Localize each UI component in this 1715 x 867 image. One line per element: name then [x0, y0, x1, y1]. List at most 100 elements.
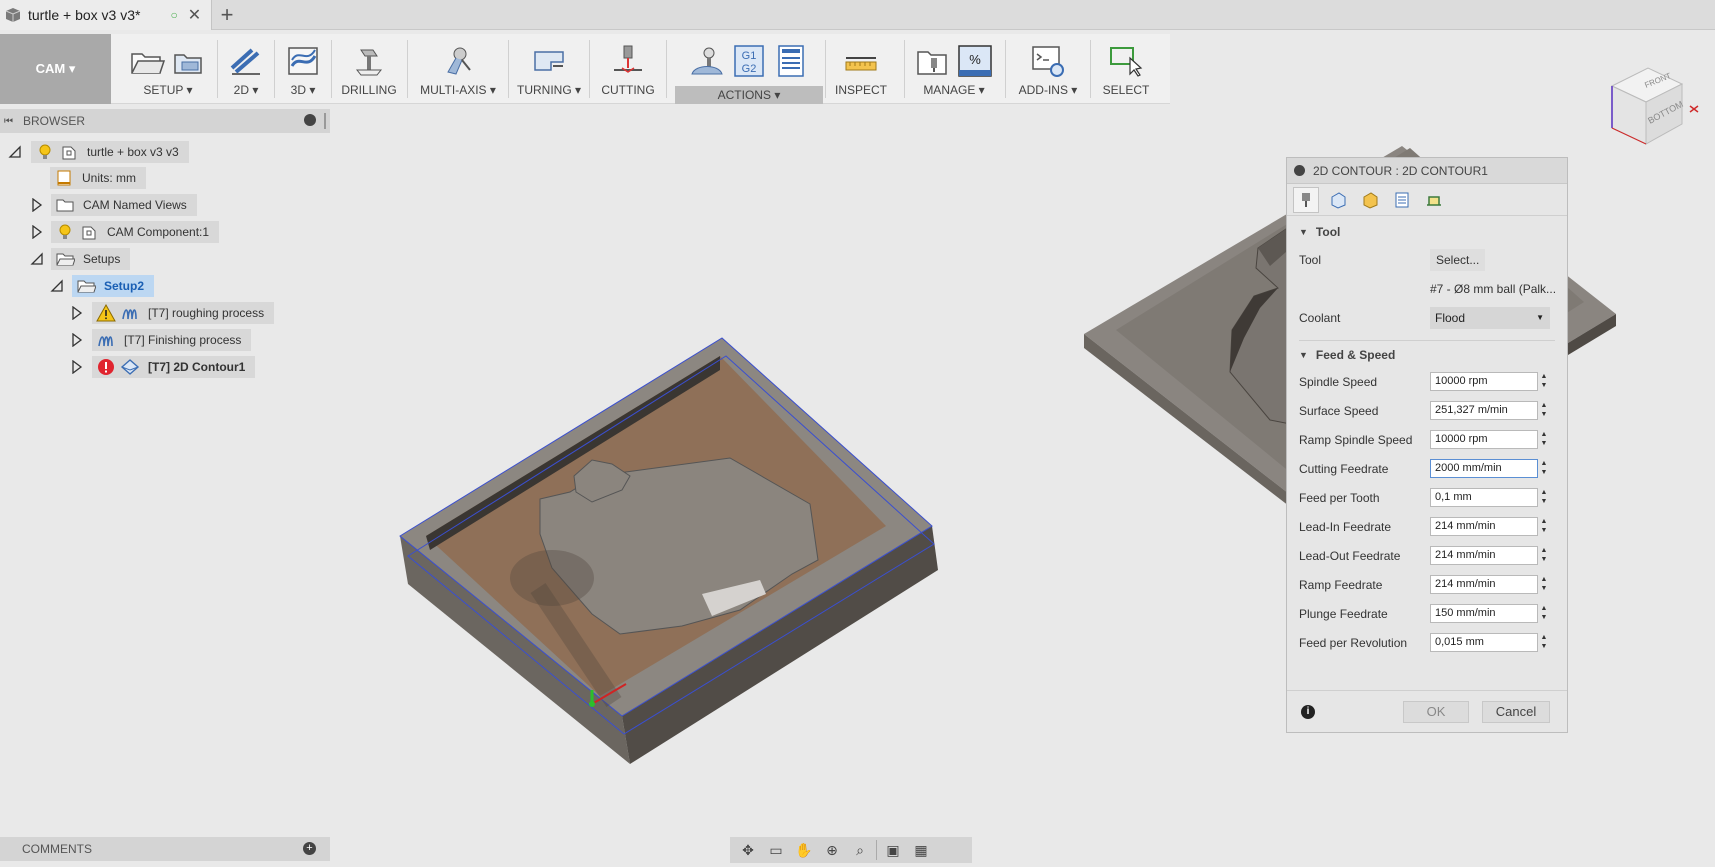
fit-icon[interactable]: ⌕: [848, 840, 872, 860]
spinner-icon[interactable]: ▲ ▼: [1539, 575, 1549, 594]
tree-node[interactable]: CAM Named Views: [51, 194, 197, 216]
3d-group[interactable]: 3D ▾: [275, 34, 331, 104]
tab-linking[interactable]: [1421, 187, 1447, 213]
tree-node[interactable]: CAM Component:1: [51, 221, 220, 243]
spinner-icon[interactable]: ▲ ▼: [1539, 546, 1549, 565]
plunge-feedrate-row: Plunge Feedrate 150 mm/min ▲ ▼: [1287, 599, 1567, 628]
feed-speed-section-header[interactable]: ▼ Feed & Speed: [1287, 343, 1567, 367]
tree-row-cam-component[interactable]: CAM Component:1: [30, 221, 220, 243]
drilling-group[interactable]: DRILLING: [332, 34, 406, 104]
actions-group[interactable]: G1 G2 ACTIONS ▾: [675, 34, 823, 104]
grid-settings-icon[interactable]: ▦: [909, 840, 933, 860]
tab-geometry[interactable]: [1325, 187, 1351, 213]
zoom-icon[interactable]: ⊕: [820, 840, 844, 860]
tree-node[interactable]: [T7] 2D Contour1: [92, 356, 256, 378]
tree-row-named-views[interactable]: CAM Named Views: [30, 194, 197, 216]
geometry-tab-icon: [1331, 191, 1346, 209]
lightbulb-icon[interactable]: [35, 143, 55, 161]
lightbulb-icon[interactable]: [55, 223, 75, 241]
spinner-icon[interactable]: ▲ ▼: [1539, 488, 1549, 507]
tree-label: turtle + box v3 v3: [87, 145, 179, 159]
collapsed-triangle-icon[interactable]: [70, 332, 84, 348]
collapse-browser-icon[interactable]: ⏮: [4, 116, 13, 127]
tree-node[interactable]: [T7] Finishing process: [92, 329, 252, 351]
coolant-select[interactable]: Flood ▼: [1430, 307, 1550, 329]
look-at-icon[interactable]: ▭: [764, 840, 788, 860]
tool-section-header[interactable]: ▼ Tool: [1287, 220, 1567, 244]
plunge-feedrate-input[interactable]: 150 mm/min: [1430, 604, 1538, 623]
spinner-icon[interactable]: ▲ ▼: [1539, 604, 1549, 623]
spindle-speed-input[interactable]: 10000 rpm: [1430, 372, 1538, 391]
spinner-icon[interactable]: ▲ ▼: [1539, 401, 1549, 420]
info-icon[interactable]: i: [1301, 704, 1315, 719]
tab-heights[interactable]: [1357, 187, 1383, 213]
display-settings-icon[interactable]: ▣: [881, 840, 905, 860]
document-title: turtle + box v3 v3*: [28, 7, 141, 23]
add-comment-icon[interactable]: +: [303, 842, 316, 855]
cancel-button[interactable]: Cancel: [1482, 701, 1550, 723]
pan-icon[interactable]: ✋: [792, 840, 816, 860]
tab-passes[interactable]: [1389, 187, 1415, 213]
lead-in-feedrate-input[interactable]: 214 mm/min: [1430, 517, 1538, 536]
tree-row-root[interactable]: turtle + box v3 v3: [8, 141, 189, 163]
tree-row-setups[interactable]: Setups: [30, 248, 131, 270]
document-tab[interactable]: turtle + box v3 v3* ○ ✕: [0, 0, 212, 30]
workspace-switcher-button[interactable]: CAM ▾: [0, 34, 111, 104]
expanded-triangle-icon[interactable]: [50, 279, 64, 293]
spinner-icon[interactable]: ▲ ▼: [1539, 633, 1549, 652]
tree-row-setup2[interactable]: Setup2: [50, 275, 155, 297]
ramp-feedrate-input[interactable]: 214 mm/min: [1430, 575, 1538, 594]
tree-node-selected[interactable]: Setup2: [72, 275, 155, 297]
inspect-group[interactable]: INSPECT: [826, 34, 896, 104]
expanded-triangle-icon[interactable]: [8, 145, 22, 159]
view-cube[interactable]: FRONT BOTTOM: [1598, 62, 1708, 162]
tree-row-roughing[interactable]: [T7] roughing process: [70, 302, 275, 324]
ok-button[interactable]: OK: [1403, 701, 1469, 723]
collapsed-triangle-icon[interactable]: [70, 305, 84, 321]
units-document-icon: [57, 170, 71, 186]
feed-per-tooth-row: Feed per Tooth 0,1 mm ▲ ▼: [1287, 483, 1567, 512]
tree-node[interactable]: Setups: [51, 248, 131, 270]
multi-axis-group[interactable]: MULTI-AXIS ▾: [408, 34, 508, 104]
surface-speed-input[interactable]: 251,327 m/min: [1430, 401, 1538, 420]
manage-group[interactable]: % MANAGE ▾: [905, 34, 1003, 104]
cutting-feedrate-input[interactable]: 2000 mm/min: [1430, 459, 1538, 478]
select-group[interactable]: SELECT: [1091, 34, 1161, 104]
tree-node[interactable]: [T7] roughing process: [92, 302, 275, 324]
new-tab-button[interactable]: +: [215, 2, 239, 28]
turning-group[interactable]: TURNING ▾: [509, 34, 589, 104]
setup-group[interactable]: SETUP ▾: [118, 34, 218, 104]
tree-node[interactable]: Units: mm: [50, 167, 146, 189]
2d-group[interactable]: 2D ▾: [218, 34, 274, 104]
collapsed-triangle-icon[interactable]: [70, 359, 84, 375]
tab-tool[interactable]: [1293, 186, 1319, 213]
close-tab-icon[interactable]: ✕: [188, 5, 201, 25]
tree-row-units[interactable]: Units: mm: [50, 167, 146, 189]
feed-per-revolution-row: Feed per Revolution 0,015 mm ▲ ▼: [1287, 628, 1567, 657]
warning-icon: [96, 304, 116, 322]
add-ins-group[interactable]: ADD-INS ▾: [1006, 34, 1090, 104]
tree-row-finishing[interactable]: [T7] Finishing process: [70, 329, 252, 351]
3d-milling-icon: [288, 47, 318, 75]
minimize-browser-icon[interactable]: [304, 114, 316, 126]
tree-row-2d-contour[interactable]: [T7] 2D Contour1: [70, 356, 256, 378]
spinner-icon[interactable]: ▲ ▼: [1539, 430, 1549, 449]
spinner-icon[interactable]: ▲ ▼: [1539, 372, 1549, 391]
cutting-group[interactable]: CUTTING: [590, 34, 666, 104]
expanded-triangle-icon[interactable]: [30, 252, 44, 266]
tree-node[interactable]: turtle + box v3 v3: [31, 141, 189, 163]
orbit-icon[interactable]: ✥: [736, 840, 760, 860]
collapsed-triangle-icon[interactable]: [30, 197, 44, 213]
ramp-spindle-speed-input[interactable]: 10000 rpm: [1430, 430, 1538, 449]
minimize-dialog-icon[interactable]: [1294, 165, 1305, 176]
feed-per-tooth-input[interactable]: 0,1 mm: [1430, 488, 1538, 507]
drill-icon: [355, 49, 383, 76]
lead-out-feedrate-input[interactable]: 214 mm/min: [1430, 546, 1538, 565]
field-label: Spindle Speed: [1299, 374, 1378, 389]
select-tool-button[interactable]: Select...: [1430, 249, 1486, 271]
spinner-icon[interactable]: ▲ ▼: [1539, 459, 1549, 478]
feed-per-revolution-input[interactable]: 0,015 mm: [1430, 633, 1538, 652]
collapsed-triangle-icon[interactable]: [30, 224, 44, 240]
panel-grip-icon[interactable]: [324, 113, 326, 129]
spinner-icon[interactable]: ▲ ▼: [1539, 517, 1549, 536]
